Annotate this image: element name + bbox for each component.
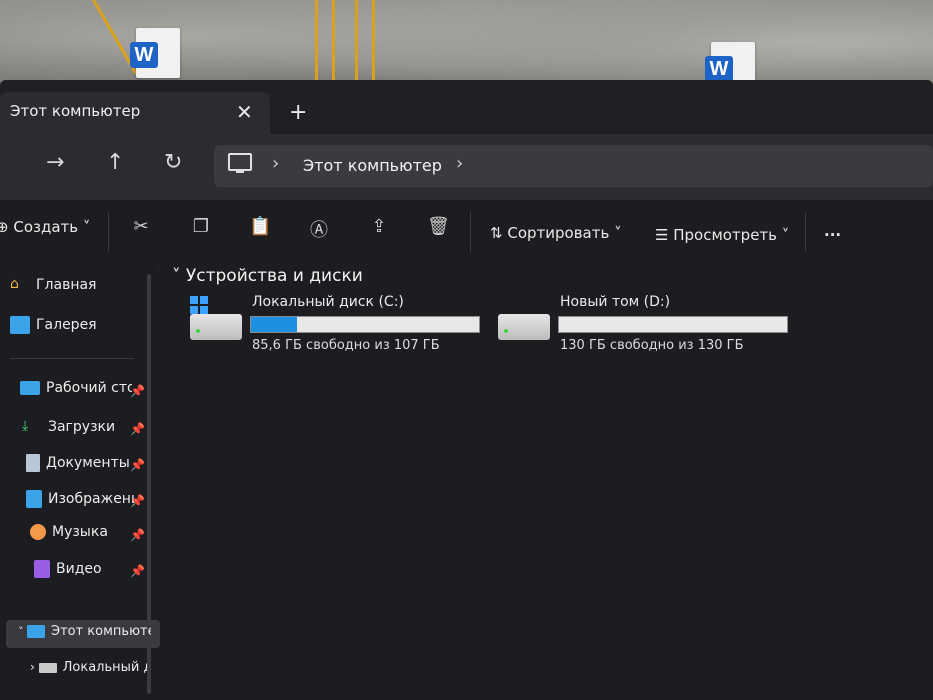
pin-icon[interactable]: 📌 bbox=[130, 494, 145, 508]
drive-icon bbox=[38, 662, 57, 673]
word-icon: W bbox=[705, 56, 733, 82]
toolbar-divider bbox=[805, 212, 806, 252]
sidebar-separator bbox=[10, 358, 134, 359]
video-icon bbox=[34, 560, 50, 578]
gallery-icon bbox=[10, 316, 30, 334]
wallpaper-wire bbox=[372, 0, 375, 85]
file-explorer-window: Этот компьютер ✕ + → ↑ ↻ › Этот компьюте… bbox=[0, 80, 933, 700]
create-button[interactable]: ⊕ Создать ˅ bbox=[0, 218, 90, 236]
documents-icon bbox=[26, 454, 40, 472]
sidebar-item-this-pc[interactable]: ˅ Этот компьютер bbox=[18, 624, 151, 650]
pin-icon[interactable]: 📌 bbox=[130, 528, 145, 542]
sidebar-item-downloads[interactable]: ⤓ Загрузки bbox=[22, 418, 115, 444]
wallpaper-wire bbox=[315, 0, 318, 85]
view-button[interactable]: ☰ Просмотреть ˅ bbox=[655, 226, 789, 244]
chevron-down-icon: ˅ bbox=[172, 266, 186, 286]
breadcrumb-chevron-icon[interactable]: › bbox=[456, 153, 463, 174]
view-icon: ☰ bbox=[655, 226, 674, 244]
sort-button[interactable]: ⇅ Сортировать ˅ bbox=[490, 224, 622, 242]
drive-d[interactable]: Новый том (D:) 130 ГБ свободно из 130 ГБ bbox=[498, 294, 798, 366]
sidebar-item-gallery[interactable]: Галерея bbox=[10, 316, 97, 342]
sidebar-item-music[interactable]: Музыка bbox=[30, 524, 108, 550]
chevron-down-icon: ˅ bbox=[78, 218, 91, 236]
pictures-icon bbox=[26, 490, 42, 508]
rename-icon[interactable]: Ⓐ bbox=[308, 216, 330, 241]
drive-free-space: 85,6 ГБ свободно из 107 ГБ bbox=[252, 338, 440, 353]
chevron-right-icon: › bbox=[30, 660, 39, 674]
breadcrumb-this-pc[interactable]: Этот компьютер bbox=[303, 156, 442, 175]
hard-drive-icon bbox=[498, 314, 550, 340]
section-title: Устройства и диски bbox=[185, 266, 363, 286]
sidebar-item-home[interactable]: ⌂ Главная bbox=[10, 276, 96, 302]
chevron-down-icon: ˅ bbox=[609, 224, 622, 242]
toolbar-divider bbox=[108, 212, 109, 252]
plus-circle-icon: ⊕ bbox=[0, 218, 9, 236]
pin-icon[interactable]: 📌 bbox=[130, 564, 145, 578]
sidebar-item-video[interactable]: Видео bbox=[34, 560, 102, 586]
create-label: Создать bbox=[13, 218, 79, 236]
copy-icon[interactable]: ❐ bbox=[190, 216, 212, 238]
devices-section-header[interactable]: ˅ Устройства и диски bbox=[172, 266, 363, 286]
sidebar-item-pictures[interactable]: Изображения bbox=[26, 490, 134, 516]
hard-drive-icon bbox=[190, 314, 242, 340]
sidebar-item-desktop[interactable]: Рабочий стол bbox=[20, 380, 132, 406]
forward-icon[interactable]: → bbox=[46, 150, 64, 175]
delete-icon[interactable]: 🗑 bbox=[427, 216, 450, 238]
chevron-down-icon: ˅ bbox=[18, 625, 27, 638]
windows-logo-icon bbox=[190, 296, 208, 314]
share-icon[interactable]: ⇪ bbox=[368, 216, 390, 238]
view-label: Просмотреть bbox=[673, 226, 778, 244]
drive-free-space: 130 ГБ свободно из 130 ГБ bbox=[560, 338, 744, 353]
close-tab-icon[interactable]: ✕ bbox=[236, 100, 253, 124]
navigation-bar: → ↑ ↻ › Этот компьютер › bbox=[0, 134, 933, 200]
desktop-icon bbox=[20, 381, 40, 395]
sort-icon: ⇅ bbox=[490, 224, 508, 242]
word-document-desktop-icon[interactable]: W bbox=[130, 28, 180, 78]
drive-c[interactable]: Локальный диск (C:) 85,6 ГБ свободно из … bbox=[190, 294, 490, 366]
music-icon bbox=[30, 524, 46, 540]
wallpaper-wire bbox=[355, 0, 358, 85]
content-pane: ˅ Устройства и диски Локальный диск (C:)… bbox=[160, 266, 933, 700]
drive-usage-fill bbox=[251, 317, 297, 332]
address-bar[interactable]: › Этот компьютер › bbox=[214, 145, 933, 187]
home-icon: ⌂ bbox=[10, 276, 19, 292]
sidebar-item-documents[interactable]: Документы bbox=[26, 454, 130, 480]
drive-name: Локальный диск (C:) bbox=[252, 294, 404, 310]
pin-icon[interactable]: 📌 bbox=[130, 384, 145, 398]
refresh-icon[interactable]: ↻ bbox=[164, 150, 182, 175]
sort-label: Сортировать bbox=[507, 224, 610, 242]
tab-this-pc[interactable]: Этот компьютер ✕ bbox=[0, 92, 270, 134]
tab-bar: Этот компьютер ✕ + bbox=[0, 80, 933, 134]
drive-name: Новый том (D:) bbox=[560, 294, 671, 310]
drive-usage-bar bbox=[250, 316, 480, 333]
drive-usage-bar bbox=[558, 316, 788, 333]
cut-icon[interactable]: ✂ bbox=[130, 216, 152, 238]
sidebar-item-local-disk[interactable]: › Локальный диск (C:) bbox=[30, 660, 147, 686]
chevron-down-icon: ˅ bbox=[777, 226, 790, 244]
tab-title: Этот компьютер bbox=[10, 102, 141, 120]
pin-icon[interactable]: 📌 bbox=[130, 422, 145, 436]
paste-icon[interactable]: 📋 bbox=[249, 216, 271, 238]
computer-icon bbox=[27, 625, 45, 638]
word-icon: W bbox=[130, 42, 158, 68]
more-options-button[interactable]: ... bbox=[824, 222, 841, 240]
navigation-pane: ⌂Главная Галерея Рабочий стол 📌 ⤓Загрузк… bbox=[0, 266, 160, 700]
computer-icon bbox=[228, 153, 252, 173]
wallpaper-wire bbox=[332, 0, 335, 85]
download-icon: ⤓ bbox=[22, 418, 29, 434]
toolbar-divider bbox=[470, 212, 471, 252]
command-bar: ⊕ Создать ˅ ✂ ❐ 📋 Ⓐ ⇪ 🗑 ⇅ Сортировать ˅ … bbox=[0, 200, 933, 267]
new-tab-button[interactable]: + bbox=[289, 100, 307, 125]
pin-icon[interactable]: 📌 bbox=[130, 458, 145, 472]
up-icon[interactable]: ↑ bbox=[106, 150, 124, 175]
breadcrumb-separator[interactable]: › bbox=[272, 153, 279, 174]
